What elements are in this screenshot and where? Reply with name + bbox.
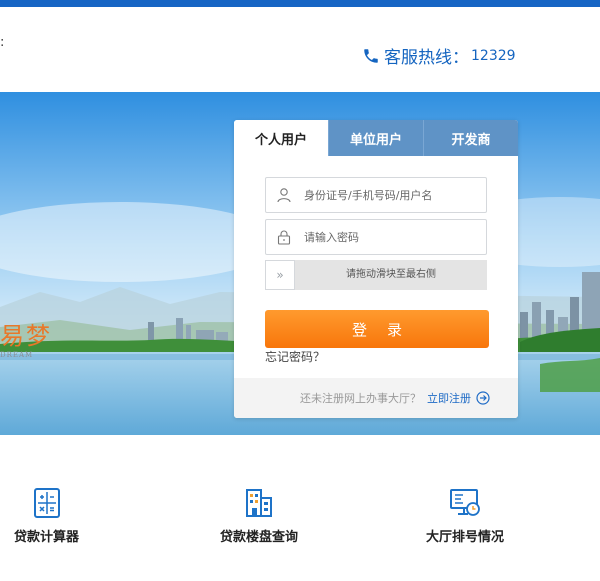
tab-personal-user[interactable]: 个人用户 (234, 120, 328, 156)
password-input[interactable] (304, 230, 464, 244)
building-icon (246, 489, 272, 517)
slider-hint: 请拖动滑块至最右侧 (346, 269, 436, 280)
hall-queue-status-label: 大厅排号情况 (426, 530, 505, 545)
loan-property-query-link[interactable]: 贷款楼盘查询 (220, 486, 298, 545)
tab-developer[interactable]: 开发商 (423, 120, 518, 156)
queue-screen-icon (450, 489, 480, 516)
hotline-separator: ： (452, 48, 469, 68)
lock-icon (277, 230, 291, 245)
password-field[interactable] (265, 219, 487, 255)
calculator-icon (33, 488, 60, 518)
slide-verification: » 请拖动滑块至最右侧 (265, 260, 487, 290)
header: : 客服热线 ： 12329 (0, 7, 600, 92)
loan-property-query-label: 贷款楼盘查询 (220, 530, 299, 545)
header-edge-text: : (0, 35, 5, 50)
service-shortcuts: 贷款计算器 贷款楼盘查询 大厅排号情况 (0, 486, 600, 556)
slider-handle[interactable]: » (265, 260, 295, 290)
hotline-label: 客服热线 (384, 48, 452, 68)
hall-queue-status-link[interactable]: 大厅排号情况 (426, 486, 504, 545)
user-icon (277, 188, 291, 203)
customer-hotline: 客服热线 ： 12329 (362, 43, 516, 68)
top-accent-bar (0, 0, 600, 7)
user-type-tabs: 个人用户 单位用户 开发商 (234, 120, 518, 156)
register-link[interactable]: 立即注册 (427, 390, 471, 406)
loan-calculator-label: 贷款计算器 (14, 530, 80, 545)
login-button[interactable]: 登录 (265, 310, 489, 348)
register-footer: 还未注册网上办事大厅？ 立即注册 (234, 378, 518, 418)
hotline-number: 12329 (471, 47, 516, 64)
phone-icon (364, 48, 378, 63)
register-prompt: 还未注册网上办事大厅？ (300, 392, 421, 405)
arrow-right-circle-icon[interactable] (476, 391, 490, 405)
login-panel: 个人用户 单位用户 开发商 » 请拖动滑块至最右侧 登录 忘记密码？ 还未注册网… (234, 120, 518, 418)
banner-slogan: 易梦 (0, 322, 52, 350)
tab-organization-user[interactable]: 单位用户 (328, 120, 423, 156)
banner-slogan-english: DREAM (0, 351, 34, 359)
username-input[interactable] (304, 188, 464, 202)
username-field[interactable] (265, 177, 487, 213)
forgot-password-link[interactable]: 忘记密码？ (265, 348, 325, 365)
loan-calculator-link[interactable]: 贷款计算器 (14, 486, 79, 545)
